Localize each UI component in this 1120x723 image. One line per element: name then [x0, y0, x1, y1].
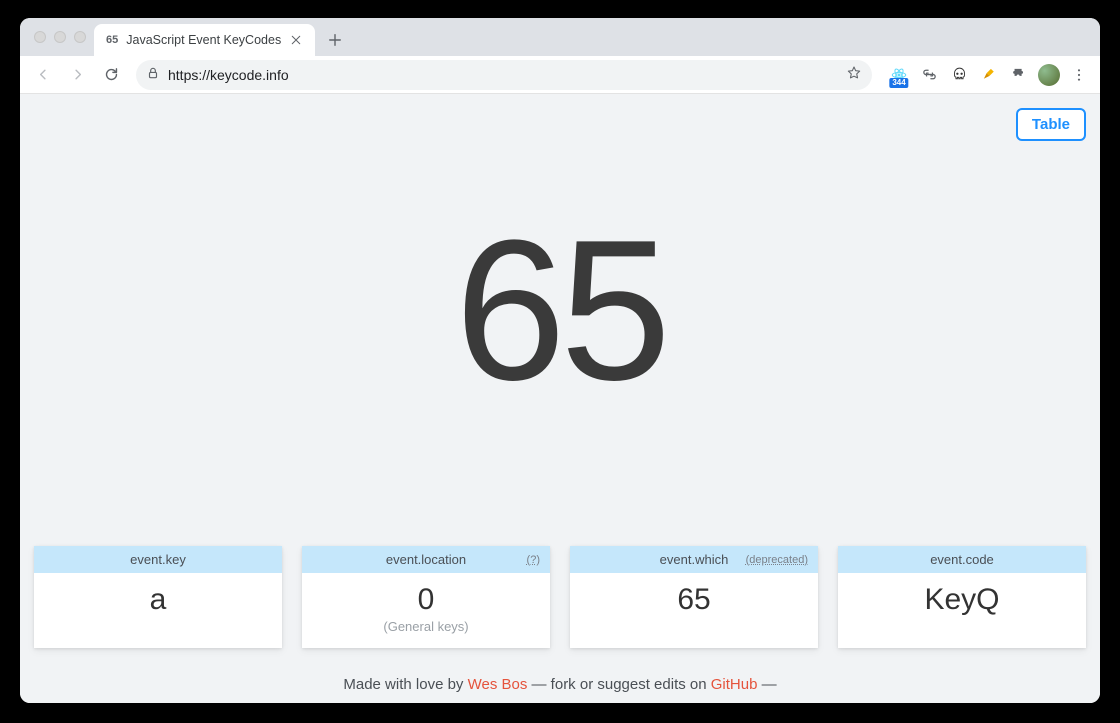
card-header-label: event.location: [386, 552, 466, 567]
traffic-light-minimize[interactable]: [54, 31, 66, 43]
footer-credits: Made with love by Wes Bos — fork or sugg…: [20, 648, 1100, 703]
forward-button[interactable]: [62, 60, 92, 90]
extension-link-icon[interactable]: [916, 62, 942, 88]
browser-tab[interactable]: 65 JavaScript Event KeyCodes: [94, 24, 315, 56]
tab-strip: 65 JavaScript Event KeyCodes: [20, 18, 1100, 56]
card-body: KeyQ: [838, 573, 1086, 631]
extension-badge: 344: [889, 78, 908, 88]
reload-button[interactable]: [96, 60, 126, 90]
url-text: https://keycode.info: [168, 67, 838, 83]
card-body: 65: [570, 573, 818, 631]
page-content: Table 65 event.key a event.location (?) …: [20, 94, 1100, 703]
traffic-light-close[interactable]: [34, 31, 46, 43]
card-event-key: event.key a: [34, 546, 282, 648]
tab-close-button[interactable]: [289, 33, 303, 47]
keycode-display: 65: [455, 211, 665, 411]
bookmark-star-icon[interactable]: [846, 65, 862, 84]
address-bar[interactable]: https://keycode.info: [136, 60, 872, 90]
card-value: 65: [578, 583, 810, 617]
card-header: event.which (deprecated): [570, 546, 818, 573]
extensions-puzzle-icon[interactable]: [1006, 62, 1032, 88]
card-value: a: [42, 583, 274, 617]
keycode-hero: 65: [20, 94, 1100, 528]
card-header: event.key: [34, 546, 282, 573]
card-value: 0: [310, 583, 542, 617]
avatar-icon: [1038, 64, 1060, 86]
footer-suffix: —: [757, 676, 776, 693]
card-event-which: event.which (deprecated) 65: [570, 546, 818, 648]
browser-toolbar: https://keycode.info 344: [20, 56, 1100, 94]
card-body: a: [34, 573, 282, 631]
tab-title: JavaScript Event KeyCodes: [126, 33, 281, 47]
new-tab-button[interactable]: [321, 26, 349, 54]
card-value: KeyQ: [846, 583, 1078, 617]
profile-avatar[interactable]: [1036, 62, 1062, 88]
footer-github-link[interactable]: GitHub: [711, 676, 758, 693]
browser-menu-button[interactable]: [1066, 62, 1092, 88]
lock-icon: [146, 66, 160, 83]
extension-react-devtools-icon[interactable]: 344: [886, 62, 912, 88]
extension-skull-icon[interactable]: [946, 62, 972, 88]
window-controls: [30, 18, 94, 56]
footer-mid: — fork or suggest edits on: [527, 676, 710, 693]
card-event-code: event.code KeyQ: [838, 546, 1086, 648]
tab-favicon: 65: [106, 34, 118, 46]
extension-broom-icon[interactable]: [976, 62, 1002, 88]
event-cards-row: event.key a event.location (?) 0 (Genera…: [20, 546, 1100, 648]
back-button[interactable]: [28, 60, 58, 90]
browser-window: 65 JavaScript Event KeyCodes https://key…: [20, 18, 1100, 703]
card-header-label: event.code: [930, 552, 994, 567]
card-header: event.location (?): [302, 546, 550, 573]
card-header-deprecated-link[interactable]: (deprecated): [746, 554, 808, 566]
card-header: event.code: [838, 546, 1086, 573]
card-event-location: event.location (?) 0 (General keys): [302, 546, 550, 648]
card-header-label: event.key: [130, 552, 186, 567]
card-header-label: event.which: [660, 552, 729, 567]
footer-prefix: Made with love by: [343, 676, 467, 693]
table-toggle-button[interactable]: Table: [1016, 108, 1086, 141]
card-header-help-link[interactable]: (?): [527, 554, 540, 566]
traffic-light-zoom[interactable]: [74, 31, 86, 43]
card-subtext: (General keys): [310, 619, 542, 634]
extensions-row: 344: [886, 62, 1092, 88]
card-body: 0 (General keys): [302, 573, 550, 648]
footer-author-link[interactable]: Wes Bos: [468, 676, 528, 693]
